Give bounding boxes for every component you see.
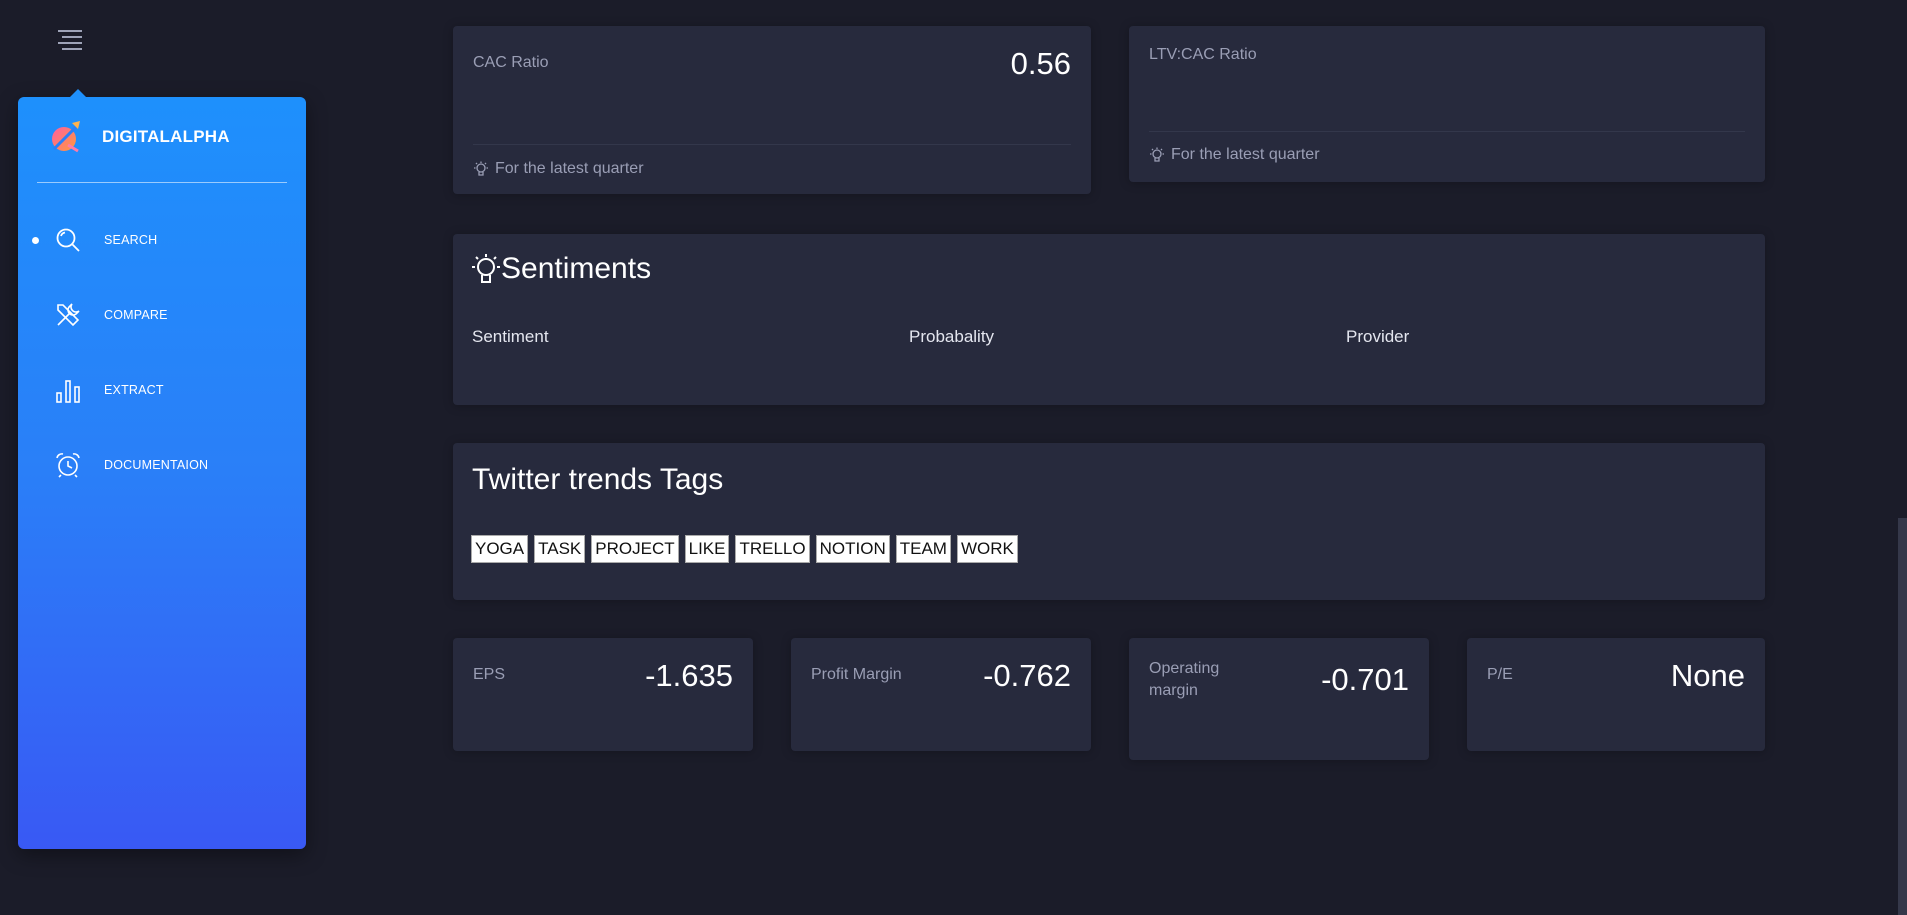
tag-notion[interactable]: NOTION [815, 535, 890, 563]
twitter-trends-title: Twitter trends Tags [472, 463, 724, 496]
column-header-probability: Probabality [909, 327, 995, 346]
bar-chart-icon [56, 380, 80, 403]
brand-logo-icon [52, 121, 80, 153]
card-divider [473, 144, 1071, 145]
tools-icon [57, 303, 80, 327]
eps-title: EPS [473, 666, 506, 683]
sidebar-item-label: EXTRACT [104, 383, 164, 397]
alarm-clock-icon [56, 453, 80, 478]
brand-name: DIGITALALPHA [102, 127, 230, 146]
profit-margin-value: -0.762 [983, 658, 1071, 693]
tag-trello[interactable]: TRELLO [735, 535, 810, 563]
sentiments-heading: Sentiments [471, 252, 651, 286]
sidebar-item-compare[interactable]: COMPARE [18, 293, 306, 337]
cac-ratio-value: 0.56 [1010, 46, 1071, 81]
pe-ratio-card: P/E None [1467, 638, 1765, 751]
twitter-trends-card: Twitter trends Tags YOGA TASK PROJECT LI… [453, 443, 1765, 600]
brand-divider [37, 182, 287, 183]
tag-team[interactable]: TEAM [895, 535, 951, 563]
column-header-sentiment: Sentiment [472, 327, 549, 346]
sidebar-item-label: COMPARE [104, 308, 168, 322]
sidebar-caret [70, 89, 86, 97]
sidebar-item-extract[interactable]: EXTRACT [18, 368, 306, 412]
sidebar-item-documentation[interactable]: DOCUMENTAION [18, 443, 306, 487]
hamburger-menu-icon[interactable] [56, 28, 84, 52]
tag-work[interactable]: WORK [956, 535, 1018, 563]
profit-margin-card: Profit Margin -0.762 [791, 638, 1091, 751]
profit-margin-title: Profit Margin [811, 666, 902, 683]
cac-ratio-title: CAC Ratio [473, 54, 549, 71]
brand[interactable]: DIGITALALPHA [48, 119, 230, 155]
page-scrollbar[interactable] [1898, 518, 1907, 915]
cac-ratio-card: CAC Ratio 0.56 For the latest quarter [453, 26, 1091, 194]
operating-margin-value: -0.701 [1321, 662, 1409, 697]
cac-ratio-footer-text: For the latest quarter [495, 160, 644, 177]
sidebar-item-search[interactable]: SEARCH [18, 218, 306, 262]
tag-like[interactable]: LIKE [684, 535, 730, 563]
sentiments-card: Sentiments Sentiment Probabality Provide… [453, 234, 1765, 405]
ltv-cac-ratio-title: LTV:CAC Ratio [1149, 46, 1257, 63]
ltv-cac-ratio-footer: For the latest quarter [1149, 146, 1320, 164]
pe-ratio-title: P/E [1487, 666, 1513, 683]
eps-card: EPS -1.635 [453, 638, 753, 751]
sidebar-item-label: DOCUMENTAION [104, 458, 209, 472]
eps-value: -1.635 [645, 658, 733, 693]
column-header-provider: Provider [1346, 327, 1410, 346]
operating-margin-card: Operating margin -0.701 [1129, 638, 1429, 760]
lightbulb-icon [1150, 147, 1164, 162]
sentiments-title: Sentiments [501, 252, 652, 285]
active-indicator [32, 236, 39, 244]
lightbulb-icon [474, 161, 488, 176]
tag-task[interactable]: TASK [534, 535, 586, 563]
card-divider [1149, 131, 1745, 132]
tag-project[interactable]: PROJECT [591, 535, 679, 563]
ltv-cac-ratio-card: LTV:CAC Ratio For the latest quarter [1129, 26, 1765, 182]
tag-yoga[interactable]: YOGA [471, 535, 529, 563]
tag-list: YOGA TASK PROJECT LIKE TRELLO NOTION TEA… [471, 535, 1024, 563]
operating-margin-title: Operating margin [1149, 660, 1220, 699]
sidebar-item-label: SEARCH [104, 233, 158, 247]
lightbulb-icon [472, 254, 500, 283]
ltv-cac-ratio-footer-text: For the latest quarter [1171, 146, 1320, 163]
sidebar: DIGITALALPHA SEARCH COMPARE EXTRACT DOCU… [18, 89, 306, 849]
cac-ratio-footer: For the latest quarter [473, 160, 644, 178]
search-icon [56, 228, 80, 252]
pe-ratio-value: None [1670, 658, 1745, 693]
twitter-trends-heading: Twitter trends Tags [472, 463, 723, 497]
